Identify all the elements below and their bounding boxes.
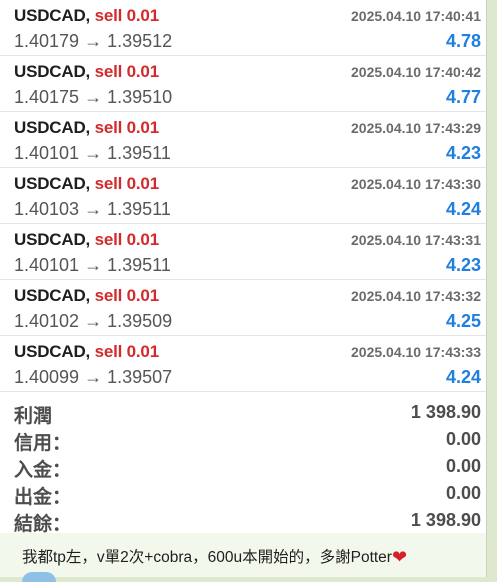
trade-prices: 1.40179 → 1.39512: [14, 31, 172, 52]
trade-prices: 1.40103 → 1.39511: [14, 199, 171, 220]
trade-time: 2025.04.10 17:43:31: [351, 232, 481, 248]
arrow-icon: →: [84, 143, 103, 163]
trade-side: sell 0.01: [94, 6, 160, 25]
arrow-icon: →: [84, 31, 103, 51]
trade-profit: 4.25: [445, 311, 481, 331]
summary-row-withdraw: 出金： 0.00: [0, 479, 486, 508]
deposit-value: 0.00: [445, 456, 481, 476]
close-price: 1.39507: [107, 367, 173, 387]
trade-row[interactable]: USDCAD, sell 0.01 2025.04.10 17:43:29 1.40…: [0, 112, 486, 168]
trade-prices: 1.40175 → 1.39510: [14, 87, 172, 108]
close-price: 1.39511: [107, 143, 171, 163]
trade-profit: 4.23: [445, 143, 481, 163]
open-price: 1.40175: [14, 87, 80, 107]
trade-symbol: USDCAD,: [14, 286, 91, 305]
trade-side: sell 0.01: [94, 118, 160, 137]
withdraw-value: 0.00: [445, 483, 481, 503]
arrow-icon: →: [84, 87, 103, 107]
trade-time: 2025.04.10 17:43:33: [351, 344, 481, 360]
open-price: 1.40101: [14, 255, 80, 275]
trade-row[interactable]: USDCAD, sell 0.01 2025.04.10 17:43:30 1.40…: [0, 168, 486, 224]
open-price: 1.40103: [14, 199, 80, 219]
heart-icon: ❤: [391, 547, 408, 567]
credit-value: 0.00: [445, 429, 481, 449]
trade-title: USDCAD, sell 0.01: [14, 6, 159, 26]
trade-symbol: USDCAD,: [14, 6, 91, 25]
arrow-icon: →: [84, 367, 103, 387]
trade-row[interactable]: USDCAD, sell 0.01 2025.04.10 17:40:42 1.40…: [0, 56, 486, 112]
close-price: 1.39510: [107, 87, 173, 107]
trade-time: 2025.04.10 17:43:29: [351, 120, 481, 136]
chat-message[interactable]: 我都tp左，v單2次+cobra，600u本開始的，多謝Potter❤: [0, 533, 487, 577]
trade-time: 2025.04.10 17:43:32: [351, 288, 481, 304]
message-body: 我都tp左，v單2次+cobra，600u本開始的，多謝Potter: [22, 549, 392, 566]
open-price: 1.40179: [14, 31, 80, 51]
trade-prices: 1.40101 → 1.39511: [14, 143, 171, 164]
trade-profit: 4.77: [445, 87, 481, 107]
trade-side: sell 0.01: [94, 62, 160, 81]
balance-label: 結餘：: [14, 514, 72, 535]
arrow-icon: →: [84, 199, 103, 219]
summary-row-balance: 結餘： 1 398.90: [0, 506, 486, 535]
trade-side: sell 0.01: [94, 286, 160, 305]
trade-side: sell 0.01: [94, 174, 160, 193]
trade-title: USDCAD, sell 0.01: [14, 230, 159, 250]
profit-value: 1 398.90: [410, 402, 481, 422]
close-price: 1.39512: [107, 31, 173, 51]
trade-profit: 4.24: [445, 367, 481, 387]
message-text: 我都tp左，v單2次+cobra，600u本開始的，多謝Potter❤: [22, 545, 407, 568]
close-price: 1.39509: [107, 311, 173, 331]
trade-title: USDCAD, sell 0.01: [14, 342, 159, 362]
trade-row[interactable]: USDCAD, sell 0.01 2025.04.10 17:43:33 1.40…: [0, 336, 486, 392]
trade-row[interactable]: USDCAD, sell 0.01 2025.04.10 17:43:31 1.40…: [0, 224, 486, 280]
account-summary: 利潤 1 398.90 信用： 0.00 入金： 0.00 出金： 0.00 結…: [0, 392, 486, 535]
trade-symbol: USDCAD,: [14, 230, 91, 249]
trade-time: 2025.04.10 17:40:41: [351, 8, 481, 24]
trade-time: 2025.04.10 17:40:42: [351, 64, 481, 80]
trade-row[interactable]: USDCAD, sell 0.01 2025.04.10 17:43:32 1.40…: [0, 280, 486, 336]
trade-symbol: USDCAD,: [14, 118, 91, 137]
trade-symbol: USDCAD,: [14, 174, 91, 193]
summary-row-deposit: 入金： 0.00: [0, 452, 486, 481]
close-price: 1.39511: [107, 255, 171, 275]
trade-time: 2025.04.10 17:43:30: [351, 176, 481, 192]
trade-title: USDCAD, sell 0.01: [14, 62, 159, 82]
summary-row-credit: 信用： 0.00: [0, 425, 486, 454]
profit-label: 利潤: [14, 406, 53, 427]
arrow-icon: →: [84, 255, 103, 275]
trade-prices: 1.40102 → 1.39509: [14, 311, 172, 332]
trade-list: USDCAD, sell 0.01 2025.04.10 17:40:41 1.40…: [0, 0, 486, 392]
trade-side: sell 0.01: [94, 342, 160, 361]
trade-history-card: USDCAD, sell 0.01 2025.04.10 17:40:41 1.40…: [0, 0, 487, 535]
trade-symbol: USDCAD,: [14, 342, 91, 361]
withdraw-label: 出金：: [14, 487, 72, 508]
trade-prices: 1.40099 → 1.39507: [14, 367, 172, 388]
open-price: 1.40099: [14, 367, 80, 387]
trade-title: USDCAD, sell 0.01: [14, 118, 159, 138]
trade-side: sell 0.01: [94, 230, 160, 249]
balance-value: 1 398.90: [410, 510, 481, 530]
open-price: 1.40102: [14, 311, 80, 331]
arrow-icon: →: [84, 311, 103, 331]
trade-row[interactable]: USDCAD, sell 0.01 2025.04.10 17:40:41 1.40…: [0, 0, 486, 56]
trade-title: USDCAD, sell 0.01: [14, 286, 159, 306]
deposit-label: 入金：: [14, 460, 72, 481]
trade-title: USDCAD, sell 0.01: [14, 174, 159, 194]
open-price: 1.40101: [14, 143, 80, 163]
summary-row-profit: 利潤 1 398.90: [0, 398, 486, 427]
trade-prices: 1.40101 → 1.39511: [14, 255, 171, 276]
avatar[interactable]: [22, 572, 56, 582]
trade-profit: 4.78: [445, 31, 481, 51]
trade-profit: 4.24: [445, 199, 481, 219]
trade-symbol: USDCAD,: [14, 62, 91, 81]
credit-label: 信用：: [14, 433, 72, 454]
close-price: 1.39511: [107, 199, 171, 219]
trade-profit: 4.23: [445, 255, 481, 275]
